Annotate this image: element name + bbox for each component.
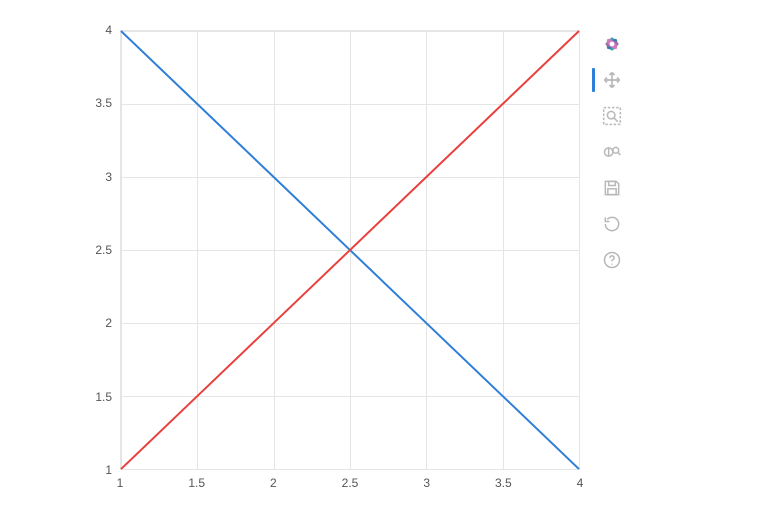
toolbar bbox=[598, 30, 626, 274]
y-tick-label: 2.5 bbox=[95, 243, 112, 257]
x-tick-label: 1 bbox=[117, 476, 124, 490]
reset-tool-icon[interactable] bbox=[598, 210, 626, 238]
x-tick-label: 1.5 bbox=[188, 476, 205, 490]
x-tick-label: 3 bbox=[423, 476, 430, 490]
x-tick-label: 2.5 bbox=[342, 476, 359, 490]
y-tick-label: 1.5 bbox=[95, 390, 112, 404]
box-zoom-tool-icon[interactable] bbox=[598, 102, 626, 130]
y-tick-label: 3.5 bbox=[95, 96, 112, 110]
x-tick-label: 2 bbox=[270, 476, 277, 490]
save-tool-icon[interactable] bbox=[598, 174, 626, 202]
plot-area[interactable] bbox=[120, 30, 580, 470]
chart: 1 1.5 2 2.5 3 3.5 4 1 1.5 2 2.5 3 3.5 4 bbox=[120, 30, 580, 470]
x-tick-label: 3.5 bbox=[495, 476, 512, 490]
wheel-zoom-tool-icon[interactable] bbox=[598, 138, 626, 166]
y-tick-label: 3 bbox=[105, 170, 112, 184]
bokeh-logo-icon[interactable] bbox=[598, 30, 626, 58]
chart-series bbox=[121, 31, 579, 469]
y-tick-label: 4 bbox=[105, 23, 112, 37]
pan-tool-icon[interactable] bbox=[598, 66, 626, 94]
y-tick-label: 1 bbox=[105, 463, 112, 477]
x-tick-label: 4 bbox=[577, 476, 584, 490]
y-tick-label: 2 bbox=[105, 316, 112, 330]
help-tool-icon[interactable] bbox=[598, 246, 626, 274]
